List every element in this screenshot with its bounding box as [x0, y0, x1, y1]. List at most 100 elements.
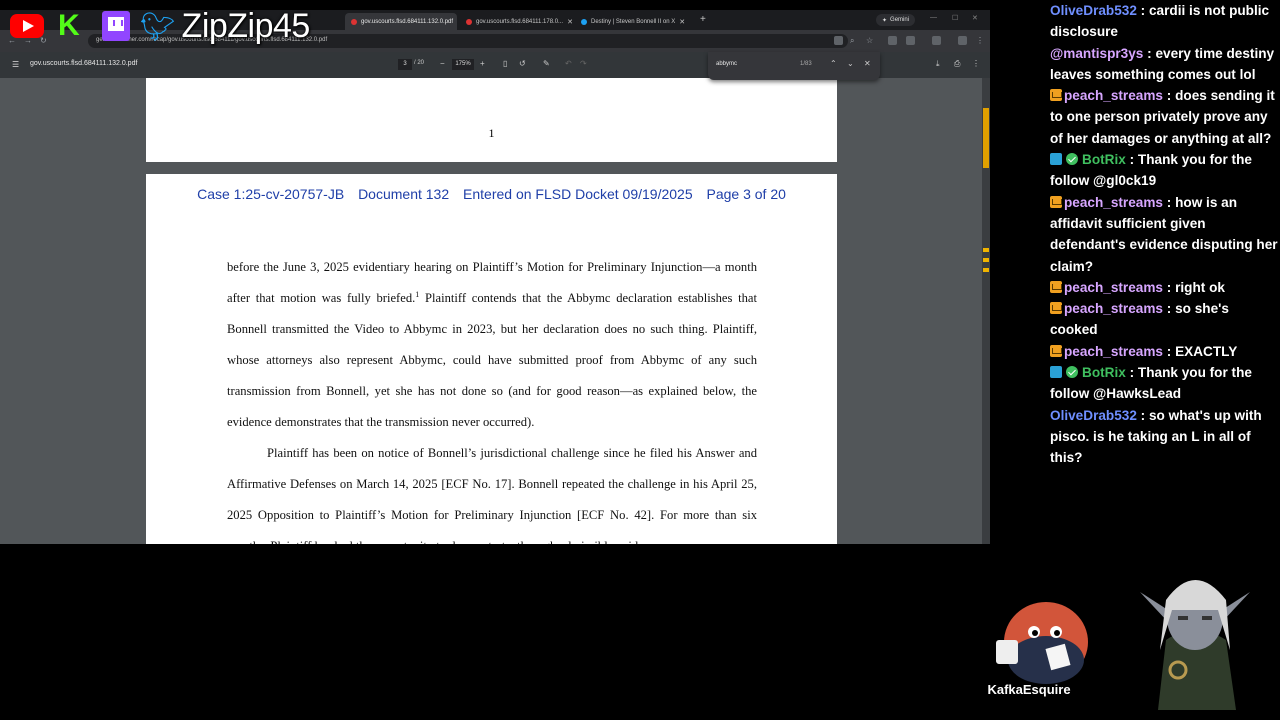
find-match-marker	[983, 258, 989, 262]
zoom-icon[interactable]: ⌕	[850, 36, 854, 46]
stream-frame: gov.uscourts.flsd.684111.132.0.pdf ✕ gov…	[0, 0, 1280, 720]
chat-username[interactable]: peach_streams	[1064, 344, 1163, 359]
find-close-icon[interactable]: ✕	[864, 59, 871, 68]
chat-message: peach_streams : so she's cooked	[1044, 298, 1280, 341]
document-body: before the June 3, 2025 evidentiary hear…	[227, 252, 757, 544]
chat-username[interactable]: @mantispr3ys	[1050, 46, 1143, 61]
chat-username[interactable]: peach_streams	[1064, 301, 1163, 316]
chat-separator: :	[1143, 45, 1156, 61]
annotate-icon[interactable]: ✎	[543, 59, 550, 68]
chat-username[interactable]: OliveDrab532	[1050, 3, 1137, 18]
find-input[interactable]: abbymc	[716, 61, 737, 67]
chat-separator: :	[1163, 343, 1176, 359]
tab-pdf-178[interactable]: gov.uscourts.flsd.684111.178.0... ✕	[460, 13, 572, 30]
page-total: / 20	[414, 60, 425, 66]
youtube-logo-icon	[8, 8, 46, 44]
tab-label: gov.uscourts.flsd.684111.132.0.pdf	[361, 18, 454, 25]
download-icon[interactable]: ⤓	[936, 59, 940, 69]
chat-separator: :	[1136, 3, 1149, 18]
pdf-viewer[interactable]: 1 Case 1:25-cv-20757-JB Document 132 Ent…	[0, 78, 990, 544]
chat-separator: :	[1163, 279, 1176, 295]
extensions-puzzle-icon[interactable]	[906, 36, 915, 45]
zoom-out-icon[interactable]: −	[440, 59, 445, 68]
kafka-avatar	[996, 602, 1088, 684]
paragraph: Plaintiff has been on notice of Bonnell’…	[227, 446, 757, 544]
chat-username[interactable]: OliveDrab532	[1050, 408, 1137, 423]
zoom-in-icon[interactable]: +	[480, 59, 485, 68]
maximize-icon[interactable]: ☐	[952, 14, 958, 22]
chat-username[interactable]: peach_streams	[1064, 195, 1163, 210]
window-close-icon[interactable]: ✕	[972, 14, 978, 22]
verified-check-icon	[1066, 153, 1078, 166]
tab-label: Destiny | Steven Bonnell II on X	[591, 18, 676, 25]
chat-message: BotRix : Thank you for the follow @Hawks…	[1044, 362, 1280, 405]
page-number-input[interactable]: 3	[398, 59, 412, 70]
kick-logo-icon: K	[58, 9, 80, 42]
chat-text: Thank you for the follow @HawksLead	[1050, 365, 1252, 402]
chat-message: OliveDrab532 : cardii is not public disc…	[1044, 0, 1280, 43]
crown-badge-icon	[1050, 280, 1062, 293]
chat-username[interactable]: peach_streams	[1064, 88, 1163, 103]
more-icon[interactable]: ⋮	[972, 59, 980, 68]
chat-text: right ok	[1175, 279, 1225, 295]
paragraph: before the June 3, 2025 evidentiary hear…	[227, 252, 757, 438]
fit-page-icon[interactable]: ▯	[503, 59, 507, 68]
sidebar-icon[interactable]	[932, 36, 941, 45]
chat-username[interactable]: BotRix	[1082, 365, 1126, 380]
crown-badge-icon	[1050, 344, 1062, 357]
chat-panel: OliveDrab532 : cardii is not public disc…	[1044, 0, 1280, 470]
hamburger-menu-icon[interactable]: ☰	[12, 60, 19, 69]
docket-page: Page 3 of 20	[706, 186, 786, 202]
chat-text: EXACTLY	[1175, 343, 1238, 359]
twitter-tab-icon	[581, 18, 587, 25]
chat-separator: :	[1125, 365, 1138, 381]
chat-separator: :	[1163, 301, 1176, 317]
pdf-tab-icon	[351, 18, 357, 25]
extension-icon[interactable]	[888, 36, 897, 45]
chat-message: BotRix : Thank you for the follow @gl0ck…	[1044, 149, 1280, 192]
crown-badge-icon	[1050, 195, 1062, 208]
bot-badge-icon	[1050, 153, 1062, 166]
crown-badge-icon	[1050, 89, 1062, 102]
chat-message: peach_streams : does sending it to one p…	[1044, 85, 1280, 149]
page-footer-number: 1	[488, 126, 495, 140]
chat-separator: :	[1125, 152, 1138, 168]
tab-twitter[interactable]: Destiny | Steven Bonnell II on X ✕	[575, 13, 687, 30]
close-icon[interactable]: ✕	[675, 18, 685, 26]
pdf-page-current: Case 1:25-cv-20757-JB Document 132 Enter…	[146, 174, 837, 544]
find-next-icon[interactable]: ⌄	[847, 59, 854, 68]
chat-message: @mantispr3ys : every time destiny leaves…	[1044, 43, 1280, 86]
close-icon[interactable]: ✕	[563, 18, 572, 26]
print-icon[interactable]: ⎙	[954, 59, 960, 69]
rotate-icon[interactable]: ↺	[519, 59, 526, 68]
zoom-level-input[interactable]: 175%	[452, 59, 474, 70]
profile-icon[interactable]	[958, 36, 967, 45]
scrollbar-thumb[interactable]	[983, 108, 989, 168]
close-icon[interactable]: ✕	[453, 18, 457, 26]
chat-separator: :	[1163, 88, 1176, 104]
docket-document: Document 132	[358, 186, 450, 202]
chat-message: peach_streams : right ok	[1044, 277, 1280, 298]
browser-window: gov.uscourts.flsd.684111.132.0.pdf ✕ gov…	[0, 10, 990, 544]
chat-username[interactable]: BotRix	[1082, 152, 1126, 167]
undo-icon[interactable]: ↶	[565, 59, 572, 68]
gemini-button[interactable]: ✦ Gemini	[876, 14, 916, 26]
extension-icon[interactable]	[834, 36, 843, 45]
pdf-page-previous: 1	[146, 78, 837, 162]
docket-case: Case 1:25-cv-20757-JB	[197, 186, 345, 202]
find-match-marker	[983, 248, 989, 252]
chat-message: OliveDrab532 : so what's up with pisco. …	[1044, 405, 1280, 469]
minimize-icon[interactable]: —	[930, 14, 937, 21]
redo-icon[interactable]: ↷	[580, 59, 587, 68]
chat-username[interactable]: peach_streams	[1064, 280, 1163, 295]
chat-separator: :	[1163, 194, 1176, 210]
new-tab-icon[interactable]: +	[700, 14, 706, 25]
bookmark-star-icon[interactable]: ☆	[866, 36, 873, 45]
pdf-title: gov.uscourts.flsd.684111.132.0.pdf	[30, 60, 138, 67]
crown-badge-icon	[1050, 302, 1062, 315]
find-previous-icon[interactable]: ⌃	[830, 59, 837, 68]
twitter-bird-icon: 🐦︎	[140, 10, 176, 42]
viewer-scrollbar[interactable]	[982, 78, 990, 544]
menu-kebab-icon[interactable]: ⋮	[976, 36, 984, 45]
tab-pdf-132[interactable]: gov.uscourts.flsd.684111.132.0.pdf ✕	[345, 13, 457, 30]
